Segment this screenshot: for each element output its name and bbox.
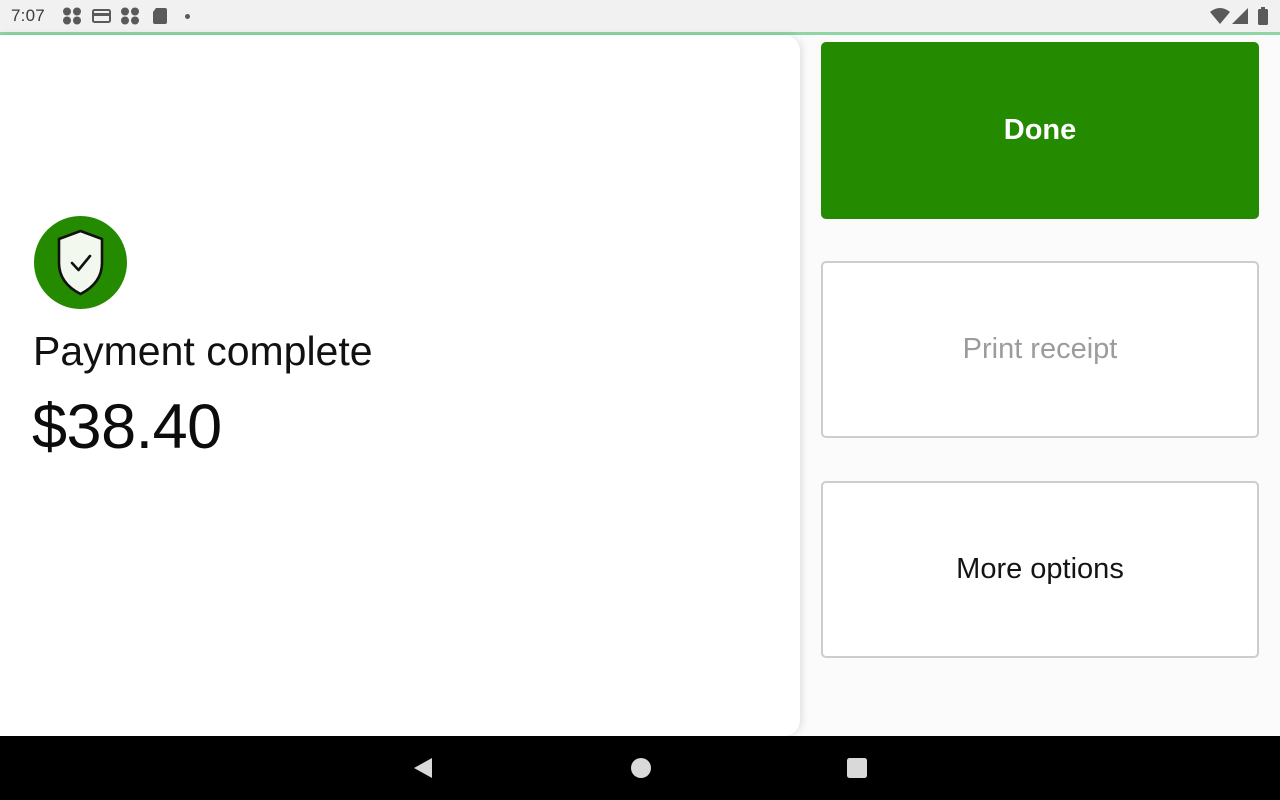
status-bar: 7:07 <box>0 0 1280 32</box>
app-cluster-icon <box>120 7 140 25</box>
done-button[interactable]: Done <box>821 42 1259 219</box>
payment-summary-panel: Payment complete $38.40 <box>0 35 800 736</box>
navigation-bar <box>0 736 1280 800</box>
recents-icon[interactable] <box>845 756 869 780</box>
sd-card-icon <box>151 7 171 25</box>
status-time: 7:07 <box>11 6 45 25</box>
dot-icon <box>185 14 190 19</box>
payment-amount: $38.40 <box>32 392 222 462</box>
back-icon[interactable] <box>411 756 435 780</box>
home-icon[interactable] <box>629 756 653 780</box>
shield-check-icon <box>34 216 127 309</box>
card-icon <box>92 7 112 25</box>
wifi-icon <box>1210 7 1230 25</box>
cell-signal-icon <box>1231 7 1251 25</box>
more-options-button[interactable]: More options <box>821 481 1259 658</box>
print-receipt-button[interactable]: Print receipt <box>821 261 1259 438</box>
battery-icon <box>1254 7 1274 25</box>
payment-status-title: Payment complete <box>33 328 373 374</box>
app-cluster-icon <box>62 7 82 25</box>
